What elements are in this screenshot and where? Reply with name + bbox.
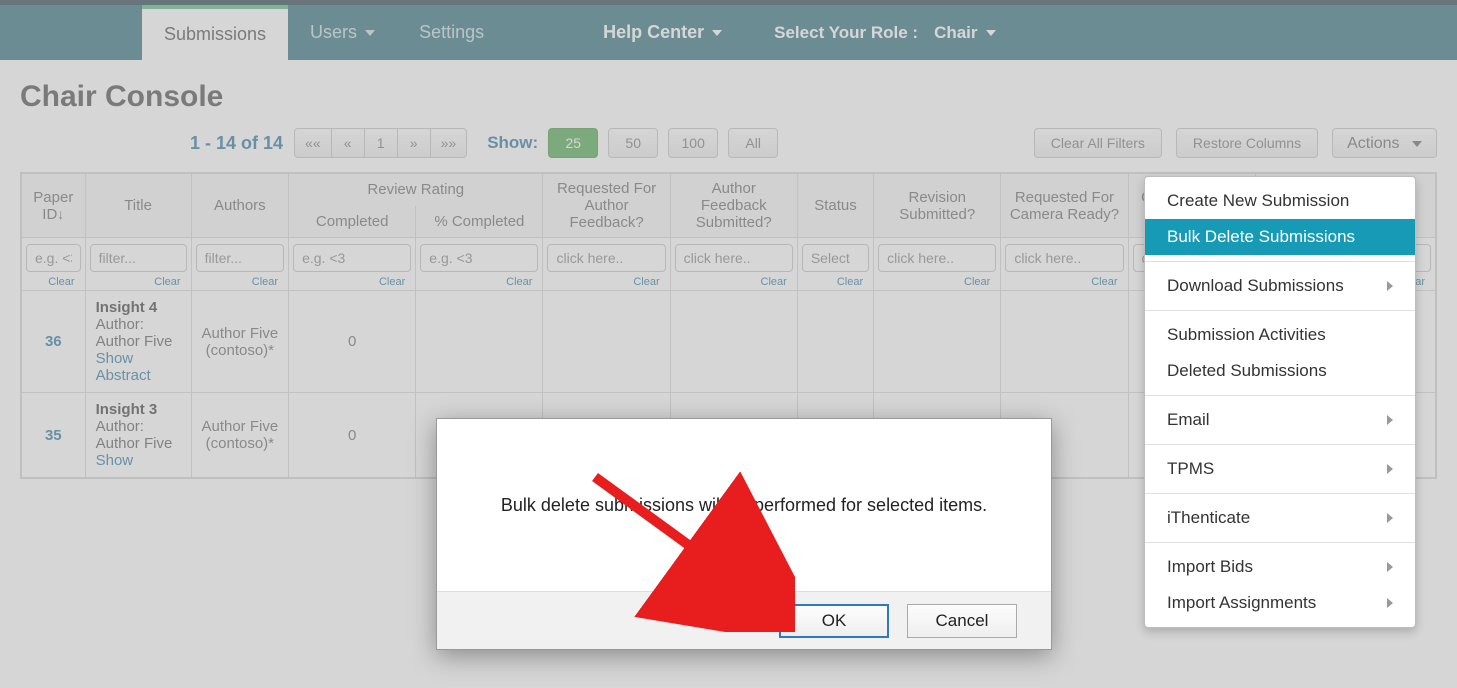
chevron-right-icon (1387, 415, 1393, 425)
actions-dropdown: Create New Submission Bulk Delete Submis… (1144, 176, 1416, 628)
ok-button[interactable]: OK (779, 604, 889, 638)
action-ithenticate[interactable]: iThenticate (1145, 500, 1415, 536)
confirm-dialog: Bulk delete submissions will be performe… (436, 418, 1052, 650)
menu-label: Import Assignments (1167, 593, 1316, 613)
menu-label: Email (1167, 410, 1210, 430)
dialog-footer: OK Cancel (437, 591, 1051, 649)
action-create-new-submission[interactable]: Create New Submission (1145, 183, 1415, 219)
menu-label: iThenticate (1167, 508, 1250, 528)
chevron-right-icon (1387, 598, 1393, 608)
action-deleted-submissions[interactable]: Deleted Submissions (1145, 353, 1415, 389)
menu-separator (1145, 542, 1415, 543)
chevron-right-icon (1387, 513, 1393, 523)
menu-separator (1145, 310, 1415, 311)
chevron-right-icon (1387, 281, 1393, 291)
menu-separator (1145, 261, 1415, 262)
action-tpms[interactable]: TPMS (1145, 451, 1415, 487)
action-import-assignments[interactable]: Import Assignments (1145, 585, 1415, 621)
menu-separator (1145, 444, 1415, 445)
action-bulk-delete-submissions[interactable]: Bulk Delete Submissions (1145, 219, 1415, 255)
chevron-right-icon (1387, 562, 1393, 572)
menu-separator (1145, 493, 1415, 494)
action-submission-activities[interactable]: Submission Activities (1145, 317, 1415, 353)
action-import-bids[interactable]: Import Bids (1145, 549, 1415, 585)
chevron-right-icon (1387, 464, 1393, 474)
cancel-button[interactable]: Cancel (907, 604, 1017, 638)
dialog-message: Bulk delete submissions will be performe… (437, 419, 1051, 591)
menu-label: TPMS (1167, 459, 1214, 479)
menu-label: Download Submissions (1167, 276, 1344, 296)
menu-label: Import Bids (1167, 557, 1253, 577)
menu-separator (1145, 395, 1415, 396)
action-download-submissions[interactable]: Download Submissions (1145, 268, 1415, 304)
action-email[interactable]: Email (1145, 402, 1415, 438)
